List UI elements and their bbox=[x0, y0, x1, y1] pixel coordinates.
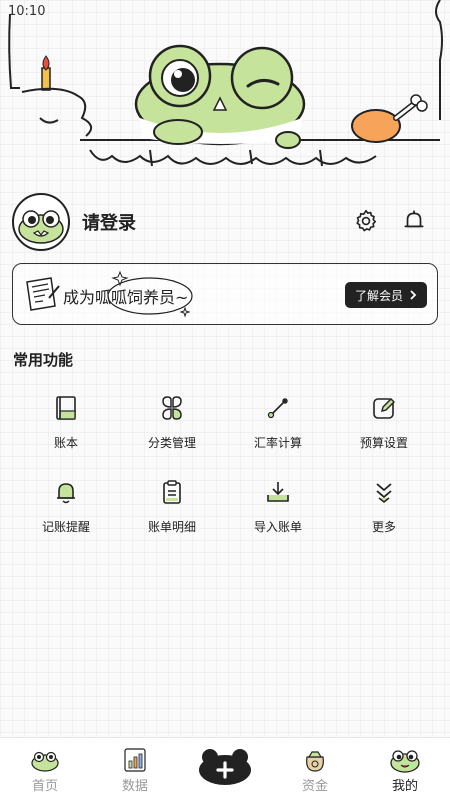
clipboard-icon bbox=[163, 480, 181, 504]
feature-more-label: 更多 bbox=[371, 520, 396, 534]
tab-funds-label: 资金 bbox=[301, 779, 328, 794]
feature-budget[interactable]: 预算设置 bbox=[334, 390, 434, 460]
feature-ledger[interactable]: 账本 bbox=[16, 390, 116, 460]
bell-icon bbox=[404, 210, 424, 228]
double-chevron-down-icon bbox=[376, 483, 392, 503]
download-tray-icon bbox=[267, 482, 289, 502]
feature-bill-detail-label: 账单明细 bbox=[147, 520, 196, 534]
avatar[interactable] bbox=[12, 193, 70, 251]
frog-home-icon bbox=[31, 751, 59, 772]
frog-avatar-icon bbox=[18, 210, 64, 244]
add-record-button[interactable] bbox=[198, 748, 252, 786]
feature-reminder-label: 记账提醒 bbox=[41, 520, 90, 534]
add-icon bbox=[199, 749, 251, 785]
frog-hero-illustration bbox=[8, 0, 443, 167]
feature-import-label: 导入账单 bbox=[253, 520, 302, 534]
chevron-right-icon bbox=[410, 290, 417, 300]
feature-import[interactable]: 导入账单 bbox=[228, 474, 328, 544]
gear-icon bbox=[356, 209, 377, 232]
frog-face-icon bbox=[390, 750, 420, 773]
tab-data[interactable]: 数据 bbox=[90, 738, 180, 800]
profile-row: 请登录 bbox=[12, 193, 438, 251]
frog-money-bag-icon bbox=[306, 751, 324, 772]
notification-button[interactable] bbox=[400, 207, 428, 235]
feature-exchange-label: 汇率计算 bbox=[253, 436, 302, 450]
tab-home-label: 首页 bbox=[31, 779, 58, 794]
membership-paper-icon bbox=[26, 277, 60, 311]
sparkle-ellipse-decoration bbox=[107, 270, 193, 318]
feature-reminder[interactable]: 记账提醒 bbox=[16, 474, 116, 544]
chart-paper-icon bbox=[124, 748, 146, 772]
edit-square-icon bbox=[373, 398, 395, 419]
section-title: 常用功能 bbox=[13, 351, 74, 369]
ledger-book-icon bbox=[56, 396, 76, 420]
feature-category[interactable]: 分类管理 bbox=[122, 390, 222, 460]
member-banner[interactable]: 成为呱呱饲养员~ 了解会员 bbox=[12, 263, 438, 325]
tab-funds[interactable]: 资金 bbox=[270, 738, 360, 800]
bottom-tab-bar: 首页 数据 资金 我的 bbox=[0, 737, 450, 800]
feature-exchange[interactable]: 汇率计算 bbox=[228, 390, 328, 460]
feature-budget-label: 预算设置 bbox=[359, 436, 408, 450]
tab-data-label: 数据 bbox=[121, 779, 148, 794]
login-prompt[interactable]: 请登录 bbox=[82, 209, 136, 235]
feature-more[interactable]: 更多 bbox=[334, 474, 434, 544]
feature-bill-detail[interactable]: 账单明细 bbox=[122, 474, 222, 544]
exchange-rate-icon bbox=[267, 398, 288, 419]
tab-mine-label: 我的 bbox=[391, 779, 418, 794]
feature-ledger-label: 账本 bbox=[53, 436, 78, 450]
settings-button[interactable] bbox=[352, 207, 380, 235]
tab-home[interactable]: 首页 bbox=[0, 738, 90, 800]
four-leaf-icon bbox=[162, 396, 182, 420]
learn-membership-label: 了解会员 bbox=[354, 288, 403, 303]
feature-category-label: 分类管理 bbox=[147, 436, 196, 450]
learn-membership-button[interactable]: 了解会员 bbox=[344, 282, 427, 308]
tab-mine[interactable]: 我的 bbox=[360, 738, 450, 800]
bell-icon bbox=[57, 483, 75, 504]
